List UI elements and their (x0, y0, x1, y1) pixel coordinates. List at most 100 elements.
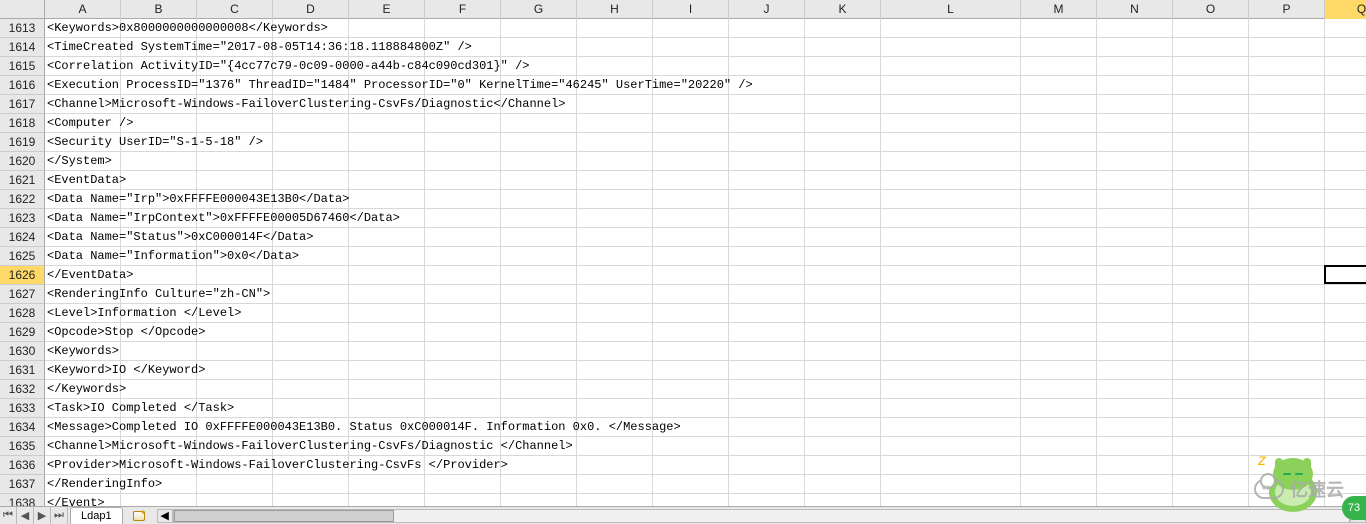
row-cells[interactable]: </Event> (45, 494, 1366, 506)
cell-I1633[interactable] (653, 399, 729, 418)
cell-B1638[interactable] (121, 494, 197, 506)
cell-N1625[interactable] (1097, 247, 1173, 266)
cell-N1636[interactable] (1097, 456, 1173, 475)
cell-J1629[interactable] (729, 323, 805, 342)
cell-H1637[interactable] (577, 475, 653, 494)
cell-H1633[interactable] (577, 399, 653, 418)
cell-Q1613[interactable] (1325, 19, 1366, 38)
row-cells[interactable]: </RenderingInfo> (45, 475, 1366, 494)
cell-E1621[interactable] (349, 171, 425, 190)
column-header-P[interactable]: P (1249, 0, 1325, 19)
cell-Q1618[interactable] (1325, 114, 1366, 133)
cell-C1637[interactable] (197, 475, 273, 494)
column-header-Q[interactable]: Q (1325, 0, 1366, 19)
row-cells[interactable]: </EventData> (45, 266, 1366, 285)
cell-P1625[interactable] (1249, 247, 1325, 266)
cell-Q1616[interactable] (1325, 76, 1366, 95)
cell-K1620[interactable] (805, 152, 881, 171)
row-cells[interactable]: <EventData> (45, 171, 1366, 190)
cell-I1628[interactable] (653, 304, 729, 323)
cell-N1631[interactable] (1097, 361, 1173, 380)
cell-M1615[interactable] (1021, 57, 1097, 76)
cell-L1624[interactable] (881, 228, 1021, 247)
cell-N1628[interactable] (1097, 304, 1173, 323)
cell-O1621[interactable] (1173, 171, 1249, 190)
row-header-1632[interactable]: 1632 (0, 380, 45, 399)
cell-P1626[interactable] (1249, 266, 1325, 285)
cell-F1618[interactable] (425, 114, 501, 133)
cell-E1631[interactable] (349, 361, 425, 380)
cell-H1630[interactable] (577, 342, 653, 361)
cell-J1613[interactable] (729, 19, 805, 38)
cell-H1617[interactable] (577, 95, 653, 114)
cell-P1630[interactable] (1249, 342, 1325, 361)
cell-I1624[interactable] (653, 228, 729, 247)
cell-A1626[interactable]: </EventData> (45, 266, 121, 285)
cell-E1619[interactable] (349, 133, 425, 152)
cell-O1615[interactable] (1173, 57, 1249, 76)
cell-Q1637[interactable] (1325, 475, 1366, 494)
cell-J1626[interactable] (729, 266, 805, 285)
row-header-1630[interactable]: 1630 (0, 342, 45, 361)
cell-O1636[interactable] (1173, 456, 1249, 475)
row-cells[interactable]: <Execution ProcessID="1376" ThreadID="14… (45, 76, 1366, 95)
row-cells[interactable]: <Data Name="Irp">0xFFFFE000043E13B0</Dat… (45, 190, 1366, 209)
cell-A1636[interactable]: <Provider>Microsoft-Windows-FailoverClus… (45, 456, 121, 475)
cell-D1631[interactable] (273, 361, 349, 380)
cell-L1613[interactable] (881, 19, 1021, 38)
cell-O1625[interactable] (1173, 247, 1249, 266)
cell-H1635[interactable] (577, 437, 653, 456)
cell-K1622[interactable] (805, 190, 881, 209)
row-header-1631[interactable]: 1631 (0, 361, 45, 380)
cell-N1624[interactable] (1097, 228, 1173, 247)
cell-L1623[interactable] (881, 209, 1021, 228)
row-header-1616[interactable]: 1616 (0, 76, 45, 95)
cell-H1615[interactable] (577, 57, 653, 76)
cell-E1625[interactable] (349, 247, 425, 266)
cell-P1615[interactable] (1249, 57, 1325, 76)
cell-A1627[interactable]: <RenderingInfo Culture="zh-CN"> (45, 285, 121, 304)
cell-L1630[interactable] (881, 342, 1021, 361)
column-header-G[interactable]: G (501, 0, 577, 19)
cell-D1621[interactable] (273, 171, 349, 190)
cell-L1619[interactable] (881, 133, 1021, 152)
row-cells[interactable]: </System> (45, 152, 1366, 171)
cell-L1617[interactable] (881, 95, 1021, 114)
cell-J1623[interactable] (729, 209, 805, 228)
cell-K1635[interactable] (805, 437, 881, 456)
cell-I1625[interactable] (653, 247, 729, 266)
cell-E1638[interactable] (349, 494, 425, 506)
cell-K1621[interactable] (805, 171, 881, 190)
cell-N1627[interactable] (1097, 285, 1173, 304)
cell-F1630[interactable] (425, 342, 501, 361)
row-cells[interactable]: <Provider>Microsoft-Windows-FailoverClus… (45, 456, 1366, 475)
cell-M1636[interactable] (1021, 456, 1097, 475)
row-header-1623[interactable]: 1623 (0, 209, 45, 228)
cell-M1621[interactable] (1021, 171, 1097, 190)
row-header-1626[interactable]: 1626 (0, 266, 45, 285)
cell-M1634[interactable] (1021, 418, 1097, 437)
cell-I1622[interactable] (653, 190, 729, 209)
cell-O1618[interactable] (1173, 114, 1249, 133)
row-header-1628[interactable]: 1628 (0, 304, 45, 323)
cell-B1630[interactable] (121, 342, 197, 361)
row-cells[interactable]: <Data Name="Status">0xC000014F</Data> (45, 228, 1366, 247)
cell-M1632[interactable] (1021, 380, 1097, 399)
row-header-1633[interactable]: 1633 (0, 399, 45, 418)
column-header-C[interactable]: C (197, 0, 273, 19)
cell-K1625[interactable] (805, 247, 881, 266)
cell-K1615[interactable] (805, 57, 881, 76)
cell-I1618[interactable] (653, 114, 729, 133)
row-header-1627[interactable]: 1627 (0, 285, 45, 304)
cell-K1627[interactable] (805, 285, 881, 304)
row-header-1638[interactable]: 1638 (0, 494, 45, 506)
cell-A1620[interactable]: </System> (45, 152, 121, 171)
cell-J1614[interactable] (729, 38, 805, 57)
cell-E1630[interactable] (349, 342, 425, 361)
cell-D1632[interactable] (273, 380, 349, 399)
cell-Q1617[interactable] (1325, 95, 1366, 114)
column-header-D[interactable]: D (273, 0, 349, 19)
row-cells[interactable]: <Task>IO Completed </Task> (45, 399, 1366, 418)
cell-C1632[interactable] (197, 380, 273, 399)
cell-K1623[interactable] (805, 209, 881, 228)
